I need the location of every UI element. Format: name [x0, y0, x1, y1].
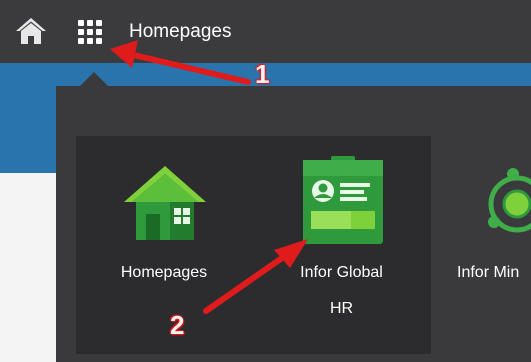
annotation-step-2: 2 — [170, 310, 185, 340]
annotation-step-1: 1 — [255, 59, 270, 89]
arrow-2 — [203, 239, 308, 314]
arrow-1 — [110, 40, 251, 85]
annotation-arrows — [110, 40, 308, 314]
